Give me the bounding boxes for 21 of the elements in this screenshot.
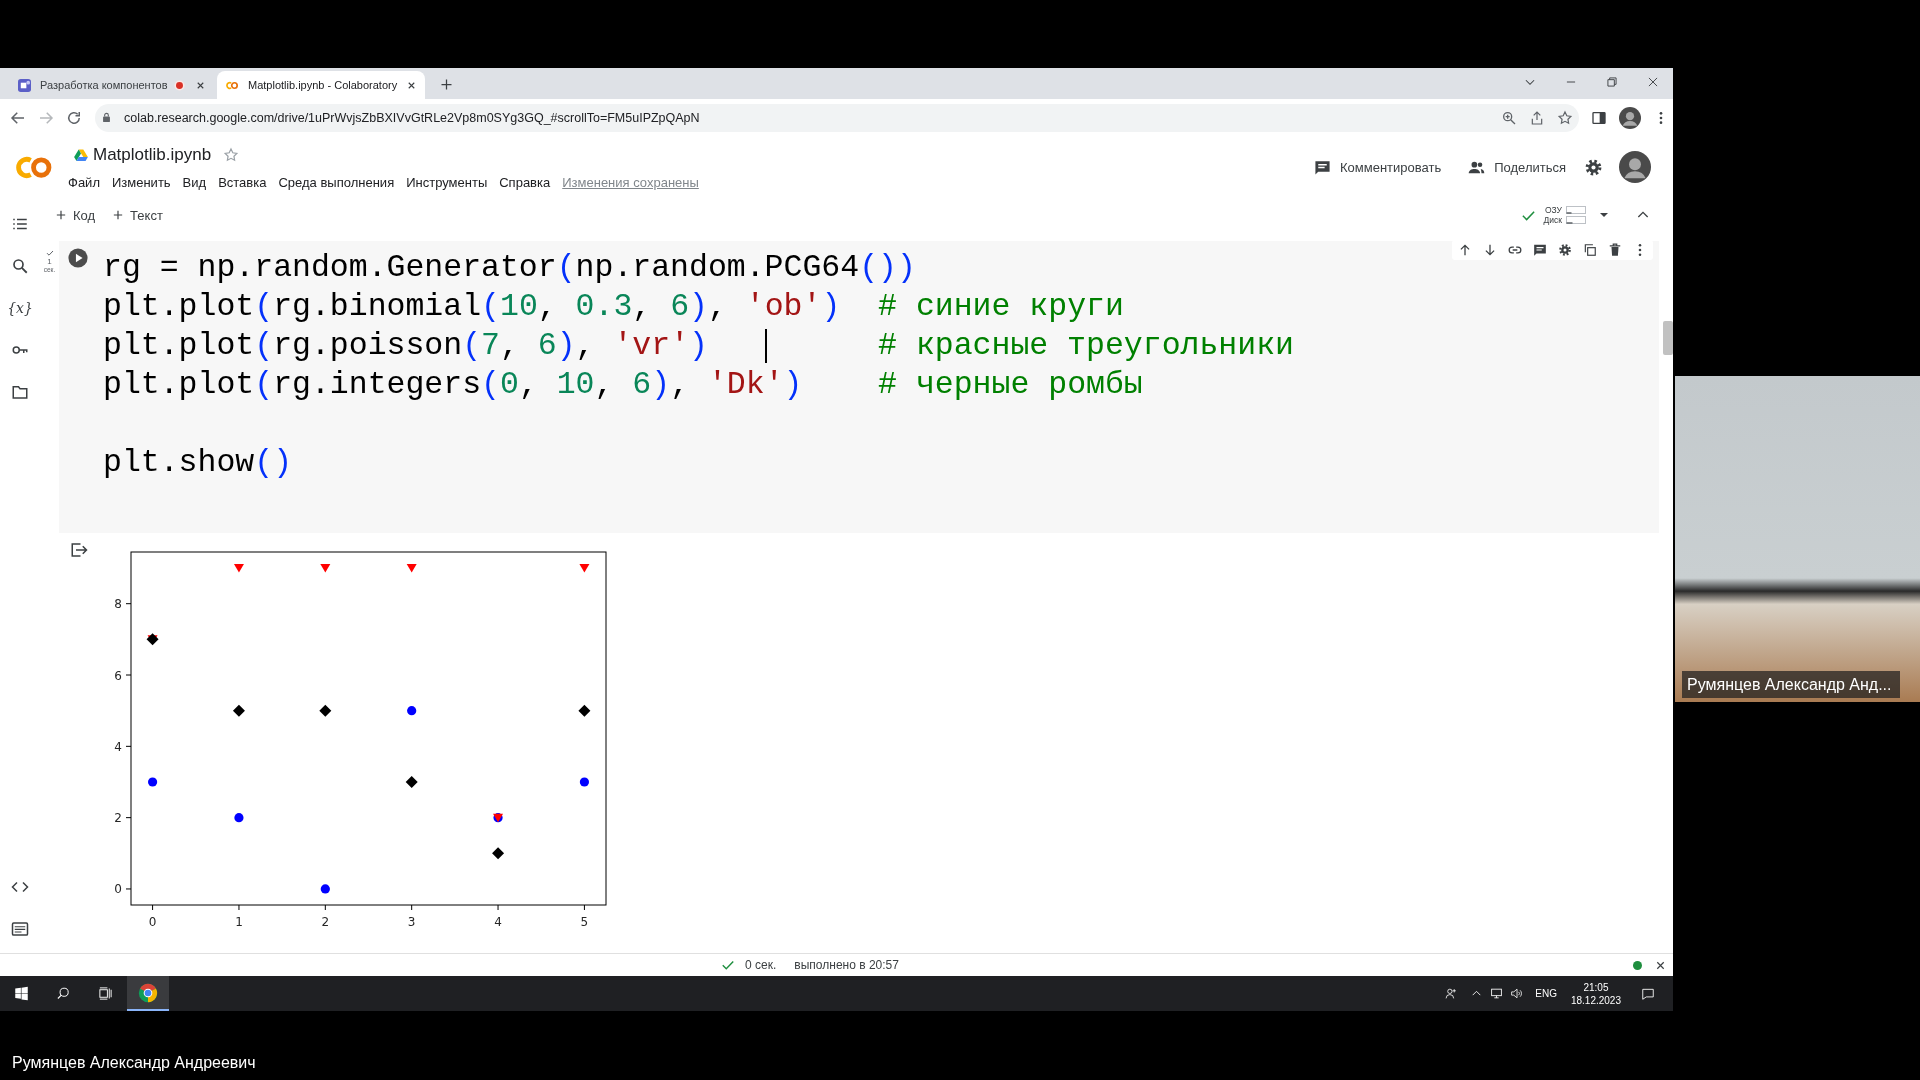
code-line: plt.plot(rg.poisson(7, 6), 'vr') # красные треугольники xyxy=(103,327,1294,365)
tick-label: 5 xyxy=(580,915,589,929)
tick-label: 0 xyxy=(114,882,122,897)
code-line: plt.plot(rg.integers(0, 10, 6), 'Dk') # черные ромбы xyxy=(103,366,1143,404)
tick-label: 4 xyxy=(494,915,502,929)
status-message: выполнено в 20:57 xyxy=(794,958,899,972)
presenter-name: Румянцев Александр Андреевич xyxy=(12,1054,256,1071)
tick-label: 0 xyxy=(148,915,157,929)
code-line: plt.plot(rg.binomial(10, 0.3, 6), 'ob') # синие круги xyxy=(103,288,1124,326)
code-line: plt.show() xyxy=(103,444,293,482)
exec-time: 1 xyxy=(47,257,52,266)
participant-name-label: Румянцев Александр Анд... xyxy=(1682,671,1900,698)
tick-label: 3 xyxy=(407,915,416,929)
tick-label: 4 xyxy=(114,739,122,754)
tick-label: 6 xyxy=(114,668,122,683)
tick-label: 2 xyxy=(321,915,330,929)
tick-label: 8 xyxy=(114,597,122,612)
tick-label: 1 xyxy=(235,915,243,929)
exec-duration: 0 сек. xyxy=(745,958,777,972)
code-line: rg = np.random.Generator(np.random.PCG64()) xyxy=(103,249,916,287)
tick-label: 2 xyxy=(114,811,122,826)
